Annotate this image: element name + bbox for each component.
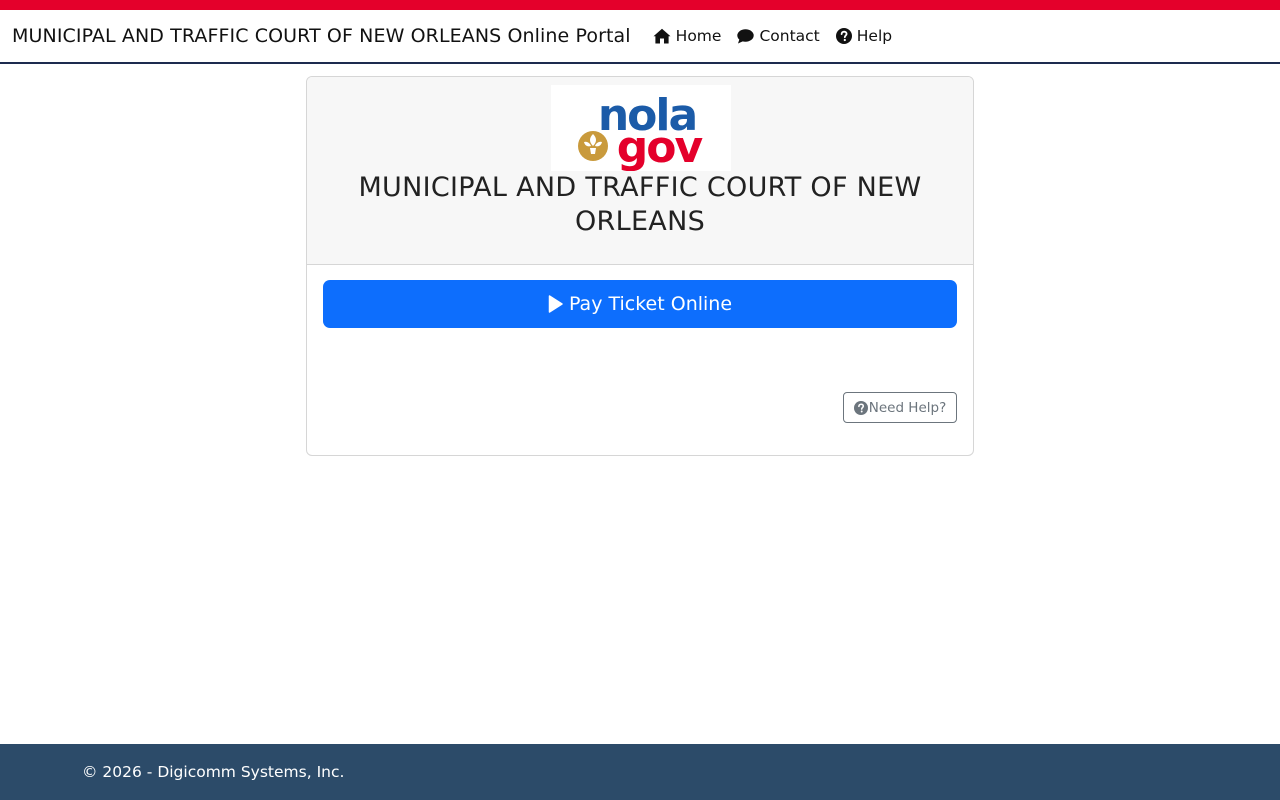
nav-help-label: Help [856, 27, 893, 45]
need-help-button[interactable]: Need Help? [843, 392, 957, 423]
play-icon [548, 295, 563, 313]
card-header: nola gov MUNICIPAL AND TRAFFIC COURT OF … [307, 77, 973, 265]
question-circle-icon [853, 400, 868, 415]
portal-brand[interactable]: MUNICIPAL AND TRAFFIC COURT OF NEW ORLEA… [12, 25, 631, 47]
logo-gov-text: gov [617, 122, 704, 171]
nav-home-link[interactable]: Home [653, 27, 722, 45]
home-icon [653, 28, 671, 44]
court-title: MUNICIPAL AND TRAFFIC COURT OF NEW ORLEA… [358, 172, 922, 237]
nav-contact-label: Contact [759, 27, 820, 45]
need-help-label: Need Help? [868, 399, 947, 416]
comment-icon [737, 28, 755, 43]
portal-card: nola gov MUNICIPAL AND TRAFFIC COURT OF … [306, 76, 974, 456]
pay-ticket-label: Pay Ticket Online [568, 293, 733, 315]
top-accent-stripe [0, 0, 1280, 10]
top-navbar: MUNICIPAL AND TRAFFIC COURT OF NEW ORLEA… [0, 10, 1280, 64]
copyright-text: © 2026 - Digicomm Systems, Inc. [82, 763, 345, 781]
page-footer: © 2026 - Digicomm Systems, Inc. [0, 744, 1280, 800]
question-circle-icon [835, 28, 852, 44]
nav-home-label: Home [675, 27, 722, 45]
nav-help-link[interactable]: Help [835, 27, 893, 45]
nola-gov-logo: nola gov [551, 85, 731, 173]
pay-ticket-online-button[interactable]: Pay Ticket Online [323, 280, 957, 328]
nav-contact-link[interactable]: Contact [737, 27, 820, 45]
